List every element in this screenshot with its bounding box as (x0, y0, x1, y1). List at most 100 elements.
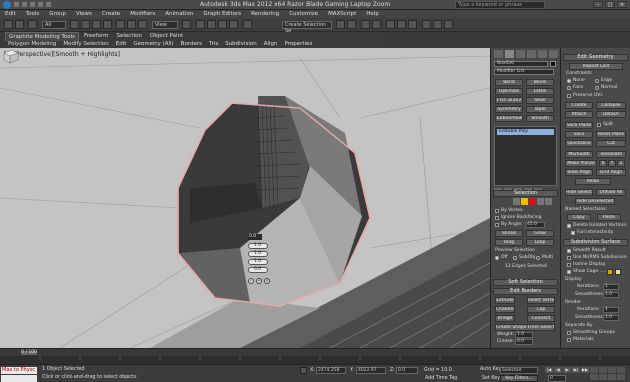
reset-plane-button[interactable]: Reset Plane (596, 131, 626, 138)
motion-tab-icon[interactable] (527, 50, 536, 58)
turbosmooth-button[interactable]: TurboSmooth (495, 115, 523, 122)
border-mode-icon[interactable] (529, 198, 536, 205)
redo-tool-icon[interactable] (15, 20, 24, 29)
panel-properties[interactable]: Properties (282, 40, 316, 48)
object-name-field[interactable]: Box006 (494, 61, 548, 67)
field-of-view-icon[interactable] (590, 374, 598, 380)
menu-maxscript[interactable]: MAXScript (323, 10, 361, 18)
graphite-toggle-icon[interactable] (372, 20, 381, 29)
named-selection-dropdown[interactable]: Create Selection Se (282, 21, 332, 34)
app-logo-icon[interactable] (3, 1, 11, 9)
paste-button[interactable]: Paste (597, 214, 621, 221)
shell-button[interactable]: Shell (526, 97, 554, 104)
planar-x-button[interactable]: X (599, 160, 607, 167)
render-setup-icon[interactable] (422, 20, 431, 29)
use-nurms-checkbox[interactable] (567, 256, 571, 260)
menu-help[interactable]: Help (361, 10, 384, 18)
track-bar[interactable] (0, 356, 630, 364)
view-align-button[interactable]: View Align (565, 169, 593, 176)
redo-icon[interactable] (46, 2, 51, 7)
cage-color-swatch-1[interactable] (607, 269, 613, 275)
relax-button[interactable]: Relax (575, 178, 611, 185)
detach-button[interactable]: Detach (596, 111, 626, 118)
edge-mode-icon[interactable] (521, 198, 528, 205)
add-time-tag-button[interactable]: Add Time Tag (425, 376, 457, 381)
key-mode-dropdown[interactable]: Selected (500, 367, 538, 374)
split-checkbox[interactable] (597, 123, 601, 127)
crease-spinner[interactable]: 0.0 (515, 339, 533, 345)
snap-icon[interactable] (196, 20, 205, 29)
minimize-icon[interactable]: – (593, 1, 603, 8)
panel-polygon-modeling[interactable]: Polygon Modeling (5, 40, 59, 48)
delete-isolated-checkbox[interactable] (567, 224, 571, 228)
previous-frame-icon[interactable]: ◀ (554, 367, 562, 373)
grow-button[interactable]: Grow (526, 230, 554, 237)
smoothing-groups-checkbox[interactable] (567, 331, 571, 335)
rect-selection-icon[interactable] (92, 20, 101, 29)
constraint-normal-radio[interactable] (595, 86, 599, 90)
maximize-viewport-icon[interactable] (617, 374, 625, 380)
cap-button[interactable]: Cap (527, 306, 555, 313)
caddy-taper[interactable]: 1.0 (248, 251, 268, 257)
full-interactivity-checkbox[interactable] (571, 231, 575, 235)
materials-checkbox[interactable] (567, 338, 571, 342)
ref-coord-dropdown[interactable]: View (152, 21, 178, 29)
preview-multi-radio[interactable] (536, 256, 540, 260)
preserve-uvs-checkbox[interactable] (567, 94, 571, 98)
pivot-icon[interactable] (182, 20, 191, 29)
save-icon[interactable] (30, 2, 35, 7)
panel-modify-selection[interactable]: Modify Selection (60, 40, 111, 48)
constraint-none-radio[interactable] (567, 79, 571, 83)
menu-edit[interactable]: Edit (0, 10, 21, 18)
material-editor-icon[interactable] (408, 20, 417, 29)
panel-borders[interactable]: Borders (178, 40, 205, 48)
panel-geometry-all[interactable]: Geometry (All) (130, 40, 176, 48)
attach-button[interactable]: Attach (565, 111, 593, 118)
slice-button[interactable]: Slice (565, 131, 593, 138)
shrink-button[interactable]: Shrink (495, 230, 523, 237)
go-to-start-icon[interactable]: |◀ (545, 367, 553, 373)
modifier-list-dropdown[interactable]: Modifier List (494, 69, 554, 75)
utilities-tab-icon[interactable] (549, 50, 558, 58)
cancel-icon[interactable]: × (264, 278, 270, 284)
maxscript-listener[interactable]: Max to Physc (1, 367, 37, 374)
zoom-all-icon[interactable] (599, 367, 607, 373)
selection-rollout[interactable]: Selection (493, 190, 558, 197)
edit-named-sel-icon[interactable] (243, 20, 252, 29)
weight-spinner[interactable]: 1.0 (515, 332, 533, 338)
create-button[interactable]: Create (565, 102, 593, 109)
soft-selection-rollout[interactable]: Soft Selection (493, 279, 558, 286)
y-coord-field[interactable]: 4022.97 (356, 367, 386, 374)
polygon-mode-icon[interactable] (537, 198, 544, 205)
schematic-icon[interactable] (397, 20, 406, 29)
layer-manager-icon[interactable] (361, 20, 370, 29)
key-filters-button[interactable]: Key Filters... (500, 375, 538, 382)
align-icon[interactable] (347, 20, 356, 29)
create-shape-button[interactable]: Create Shape From Selection (495, 324, 555, 331)
close-icon[interactable]: × (617, 1, 627, 8)
menu-rendering[interactable]: Rendering (246, 10, 284, 18)
connect-button[interactable]: Connect (527, 315, 555, 322)
bevel-button[interactable]: Bevel (526, 79, 554, 86)
slice-plane-button[interactable]: Slice Plane (565, 122, 593, 129)
rendered-frame-icon[interactable] (433, 20, 442, 29)
menu-tools[interactable]: Tools (21, 10, 45, 18)
render-smoothness-spinner[interactable]: 1.0 (603, 315, 619, 321)
rotate-icon[interactable] (127, 20, 136, 29)
menu-graph-editors[interactable]: Graph Editors (198, 10, 246, 18)
quickslice-button[interactable]: QuickSlice (565, 140, 593, 147)
curve-editor-icon[interactable] (386, 20, 395, 29)
unhide-all-button[interactable]: Unhide All (596, 189, 626, 196)
play-icon[interactable]: ▶ (563, 367, 571, 373)
apply-icon[interactable]: + (256, 278, 262, 284)
viewport-label[interactable]: [+][Perspective][Smooth + Highlights] (4, 51, 120, 58)
search-input[interactable]: Type a keyword or phrase (455, 1, 545, 9)
display-tab-icon[interactable] (538, 50, 547, 58)
spinner-snap-icon[interactable] (229, 20, 238, 29)
orbit-icon[interactable] (608, 374, 616, 380)
new-icon[interactable] (14, 2, 19, 7)
panel-tris[interactable]: Tris (206, 40, 221, 48)
panel-edit[interactable]: Edit (113, 40, 130, 48)
percent-snap-icon[interactable] (218, 20, 227, 29)
cut-button[interactable]: Cut (596, 140, 626, 147)
